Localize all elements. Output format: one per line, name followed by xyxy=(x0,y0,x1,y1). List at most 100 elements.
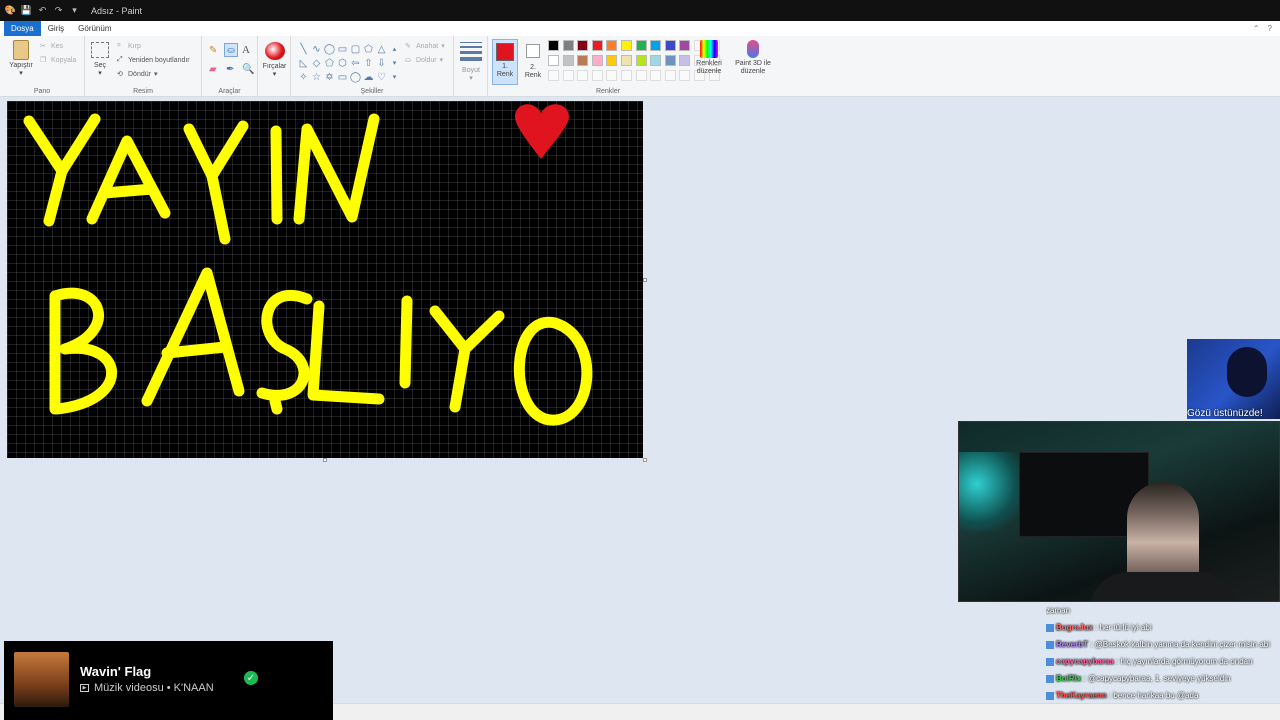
paint3d-icon xyxy=(747,40,759,58)
brushes-button[interactable]: Fırçalar ▾ xyxy=(260,42,289,79)
colors-group: 1. Renk 2. Renk Renkleri düzenle Paint 3… xyxy=(488,36,778,97)
hexagon-shape-icon[interactable]: ⬡ xyxy=(336,56,349,70)
palette-swatch[interactable] xyxy=(621,55,632,66)
palette-empty-swatch[interactable] xyxy=(650,70,662,81)
diamond-shape-icon[interactable]: ◇ xyxy=(310,56,323,70)
canvas-resize-handle-right[interactable] xyxy=(643,278,647,282)
palette-swatch[interactable] xyxy=(562,55,574,66)
callout-cloud-shape-icon[interactable]: ☁ xyxy=(362,70,375,84)
customize-quick-access-icon[interactable]: ▾ xyxy=(69,5,80,16)
heart-mark xyxy=(515,104,569,159)
paint3d-button[interactable]: Paint 3D ile düzenle xyxy=(730,40,776,76)
palette-empty-swatch[interactable] xyxy=(606,70,618,81)
palette-swatch[interactable] xyxy=(591,55,603,66)
palette-empty-swatch[interactable] xyxy=(577,70,589,81)
curve-shape-icon[interactable]: ∿ xyxy=(310,42,323,56)
paste-button[interactable]: Yapıştır ▾ xyxy=(6,40,36,78)
palette-swatch[interactable] xyxy=(650,40,662,51)
select-button[interactable]: Seç ▾ xyxy=(89,42,111,78)
oval-shape-icon[interactable]: ◯ xyxy=(323,42,336,56)
resize-button[interactable]: ⤢ Yeniden boyutlandır xyxy=(117,56,190,64)
text-tool-icon[interactable]: A xyxy=(242,44,250,56)
tab-file[interactable]: Dosya xyxy=(4,21,41,36)
size-button[interactable]: Boyut ▾ xyxy=(458,42,484,83)
verified-check-icon: ✓ xyxy=(244,671,258,685)
palette-empty-swatch[interactable] xyxy=(591,70,603,81)
fill-dropdown[interactable]: ⛀ Doldur ▾ xyxy=(405,56,443,65)
palette-swatch[interactable] xyxy=(606,40,618,51)
palette-swatch[interactable] xyxy=(679,55,691,66)
right-triangle-shape-icon[interactable]: ◺ xyxy=(297,56,310,70)
resize-icon: ⤢ xyxy=(117,56,123,63)
shapes-scroll-down-icon[interactable]: ▾ xyxy=(388,56,401,70)
cut-button[interactable]: ✂ Kes xyxy=(40,42,63,51)
chat-message: BoiRlx : @capycapybaraa, 1. seviyeye yük… xyxy=(1046,673,1280,684)
up-arrow-shape-icon[interactable]: ⇧ xyxy=(362,56,375,70)
palette-swatch[interactable] xyxy=(664,40,676,51)
palette-empty-swatch[interactable] xyxy=(635,70,647,81)
chat-badge-icon xyxy=(1046,674,1054,683)
tab-home[interactable]: Giriş xyxy=(41,21,71,36)
line-size-icon xyxy=(460,42,482,61)
palette-swatch[interactable] xyxy=(664,55,676,66)
save-icon[interactable]: 💾 xyxy=(21,5,32,16)
magnifier-icon[interactable]: 🔍 xyxy=(242,64,254,75)
palette-swatch[interactable] xyxy=(635,55,647,66)
shapes-scroll-up-icon[interactable]: ▴ xyxy=(388,42,401,56)
palette-empty-swatch[interactable] xyxy=(562,70,574,81)
callout-oval-shape-icon[interactable]: ◯ xyxy=(349,70,362,84)
four-point-star-shape-icon[interactable]: ✧ xyxy=(297,70,310,84)
minimize-ribbon-icon[interactable]: ⌃ xyxy=(1253,24,1260,33)
canvas-resize-handle-bottom[interactable] xyxy=(323,458,327,462)
color2-button[interactable]: 2. Renk xyxy=(521,40,545,80)
down-arrow-shape-icon[interactable]: ⇩ xyxy=(375,56,388,70)
pentagon-shape-icon[interactable]: ⬠ xyxy=(323,56,336,70)
palette-swatch[interactable] xyxy=(621,40,632,51)
palette-swatch[interactable] xyxy=(606,55,618,66)
edit-colors-button[interactable]: Renkleri düzenle xyxy=(694,40,724,76)
rounded-rectangle-shape-icon[interactable]: ▢ xyxy=(349,42,362,56)
callout-rect-shape-icon[interactable]: ▭ xyxy=(336,70,349,84)
undo-icon[interactable]: ↶ xyxy=(37,5,48,16)
shapes-more-icon[interactable]: ▾ xyxy=(388,70,401,84)
polygon-shape-icon[interactable]: ⬠ xyxy=(362,42,375,56)
stroke-letter-y2 xyxy=(183,120,249,245)
palette-swatch[interactable] xyxy=(650,55,662,66)
help-icon[interactable]: ? xyxy=(1268,24,1272,33)
heart-shape-icon[interactable]: ♡ xyxy=(375,70,388,84)
color1-button[interactable]: 1. Renk xyxy=(492,39,518,85)
canvas-resize-handle-corner[interactable] xyxy=(643,458,647,462)
fill-bucket-icon[interactable]: ⛀ xyxy=(224,43,238,57)
eraser-icon[interactable]: ▰ xyxy=(209,64,217,75)
triangle-shape-icon[interactable]: △ xyxy=(375,42,388,56)
rotate-button[interactable]: ⟲ Döndür ▾ xyxy=(117,70,157,79)
redo-icon[interactable]: ↷ xyxy=(53,5,64,16)
copy-button[interactable]: ❐ Kopyala xyxy=(40,56,76,65)
line-shape-icon[interactable]: ╲ xyxy=(297,42,310,56)
palette-empty-swatch[interactable] xyxy=(548,70,559,81)
palette-empty-swatch[interactable] xyxy=(621,70,632,81)
tab-view[interactable]: Görünüm xyxy=(71,21,118,36)
palette-swatch[interactable] xyxy=(577,55,589,66)
drawing-canvas[interactable] xyxy=(7,101,643,458)
crop-button[interactable]: ⌗ Kırp xyxy=(117,42,141,50)
rectangle-shape-icon[interactable]: ▭ xyxy=(336,42,349,56)
palette-empty-swatch[interactable] xyxy=(679,70,691,81)
palette-swatch[interactable] xyxy=(635,40,647,51)
pencil-icon[interactable]: ✎ xyxy=(209,45,217,56)
palette-swatch[interactable] xyxy=(548,40,559,51)
six-point-star-shape-icon[interactable]: ✡ xyxy=(323,70,336,84)
clipboard-group-label: Pano xyxy=(33,88,51,95)
palette-swatch[interactable] xyxy=(679,40,691,51)
left-arrow-shape-icon[interactable]: ⇦ xyxy=(349,56,362,70)
five-point-star-shape-icon[interactable]: ☆ xyxy=(310,70,323,84)
image-group: Seç ▾ ⌗ Kırp ⤢ Yeniden boyutlandır ⟲ Döndür ▾… xyxy=(85,36,202,97)
palette-swatch[interactable] xyxy=(562,40,574,51)
outline-dropdown[interactable]: ✎ Anahat ▾ xyxy=(405,42,445,51)
palette-swatch[interactable] xyxy=(591,40,603,51)
color-picker-icon[interactable]: ✒ xyxy=(226,64,234,75)
palette-swatch[interactable] xyxy=(577,40,589,51)
palette-swatch[interactable] xyxy=(548,55,559,66)
scissors-icon: ✂ xyxy=(40,43,46,50)
palette-empty-swatch[interactable] xyxy=(664,70,676,81)
